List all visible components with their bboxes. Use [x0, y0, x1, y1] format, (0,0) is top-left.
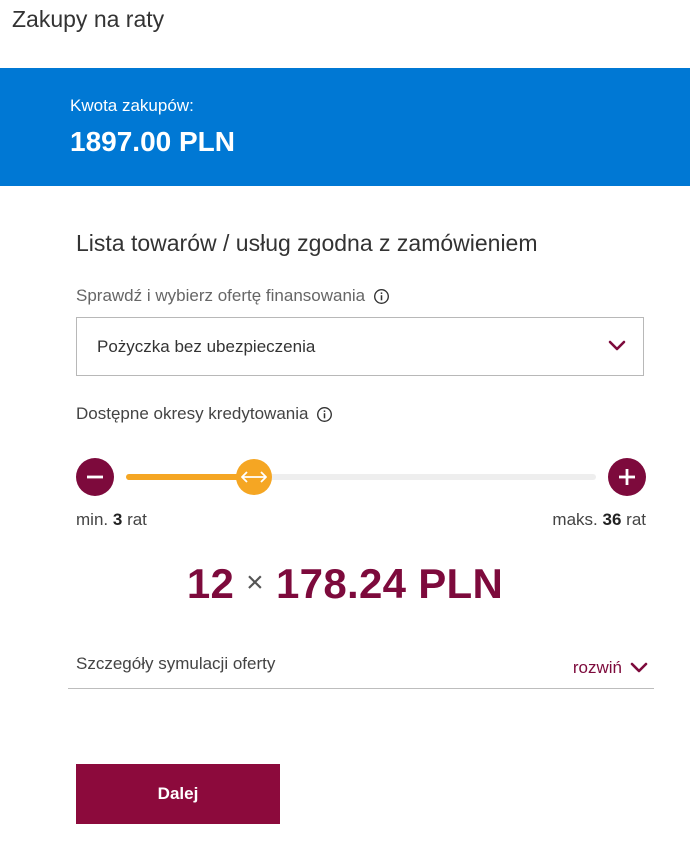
simulation-details-label: Szczegóły symulacji oferty: [76, 654, 276, 673]
plus-icon: [619, 469, 635, 485]
offer-select[interactable]: Pożyczka bez ubezpieczenia: [76, 317, 644, 376]
installment-summary: 12 × 178.24 PLN: [0, 560, 690, 608]
period-slider-track[interactable]: [126, 459, 596, 495]
max-prefix: maks.: [552, 510, 598, 529]
min-prefix: min.: [76, 510, 109, 529]
decrease-period-button[interactable]: [76, 458, 114, 496]
min-suffix: rat: [127, 510, 147, 529]
periods-label-row: Dostępne okresy kredytowania: [76, 404, 333, 424]
installment-amount: 178.24 PLN: [276, 560, 504, 607]
next-button[interactable]: Dalej: [76, 764, 280, 824]
max-suffix: rat: [626, 510, 646, 529]
chevron-down-icon: [630, 662, 648, 673]
periods-label: Dostępne okresy kredytowania: [76, 404, 309, 423]
max-period-label: maks. 36 rat: [552, 510, 646, 530]
period-slider-fill: [126, 474, 255, 480]
section-title: Lista towarów / usług zgodna z zamówieni…: [76, 230, 538, 256]
increase-period-button[interactable]: [608, 458, 646, 496]
expand-label: rozwiń: [572, 658, 622, 677]
info-icon[interactable]: [373, 288, 390, 305]
amount-label: Kwota zakupów:: [70, 96, 194, 115]
info-icon[interactable]: [316, 406, 333, 423]
chevron-down-icon: [608, 340, 626, 351]
arrows-horizontal-icon: [241, 471, 268, 483]
period-slider-handle[interactable]: [236, 459, 273, 495]
times-sign: ×: [246, 566, 264, 599]
amount-value: 1897.00 PLN: [70, 126, 235, 157]
min-value: 3: [112, 510, 123, 529]
offer-label-row: Sprawdź i wybierz ofertę finansowania: [76, 286, 390, 306]
max-value: 36: [602, 510, 622, 529]
installment-count: 12: [186, 560, 235, 607]
expand-details-toggle[interactable]: rozwiń: [573, 658, 648, 678]
simulation-details-row: Szczegóły symulacji oferty rozwiń: [68, 640, 654, 689]
page-title: Zakupy na raty: [12, 6, 165, 32]
minus-icon: [87, 475, 103, 479]
offer-select-value: Pożyczka bez ubezpieczenia: [97, 337, 316, 356]
min-period-label: min. 3 rat: [76, 510, 147, 530]
amount-banner: Kwota zakupów: 1897.00 PLN: [0, 68, 690, 186]
offer-label: Sprawdź i wybierz ofertę finansowania: [76, 286, 366, 305]
